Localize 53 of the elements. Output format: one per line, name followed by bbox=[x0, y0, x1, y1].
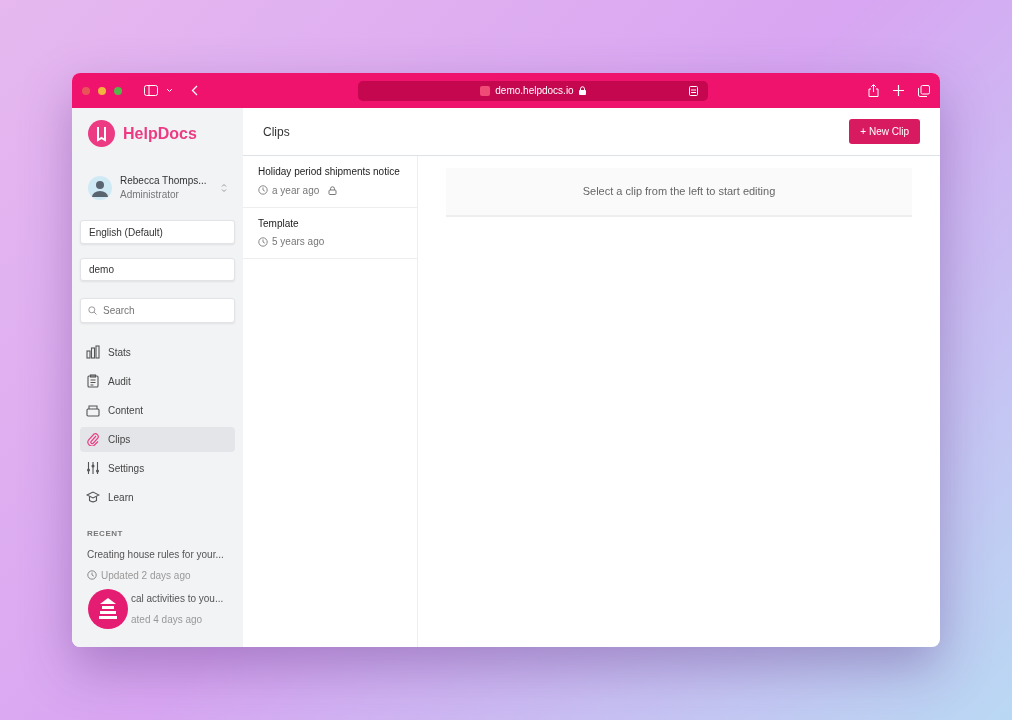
clip-list-item[interactable]: Holiday period shipments notice a year ago bbox=[243, 156, 417, 208]
user-name: Rebecca Thomps... bbox=[120, 174, 208, 188]
plus-icon[interactable] bbox=[893, 85, 904, 96]
minimize-window-dot[interactable] bbox=[98, 86, 106, 95]
chat-widget-button[interactable] bbox=[88, 589, 128, 629]
nav-item[interactable]: Learn bbox=[80, 485, 235, 510]
nav-item[interactable]: Content bbox=[80, 398, 235, 423]
recent-article-link[interactable]: Creating house rules for your... bbox=[87, 547, 228, 562]
url-text: demo.helpdocs.io bbox=[495, 84, 574, 98]
tabs-icon[interactable] bbox=[918, 84, 930, 97]
logo-icon bbox=[88, 120, 115, 147]
clock-icon bbox=[87, 570, 97, 581]
clip-list-item[interactable]: Template 5 years ago bbox=[243, 207, 417, 259]
brand-name: HelpDocs bbox=[123, 123, 197, 144]
avatar-icon bbox=[88, 175, 112, 200]
empty-state-message: Select a clip from the left to start editing bbox=[446, 168, 912, 217]
nav-item[interactable]: Clips bbox=[80, 427, 235, 452]
paperclip-icon bbox=[86, 432, 100, 447]
pagoda-icon bbox=[96, 597, 120, 621]
recent-article-link[interactable]: cal activities to you... bbox=[131, 591, 228, 606]
back-icon[interactable] bbox=[191, 85, 198, 96]
share-icon[interactable] bbox=[868, 84, 879, 97]
search-field[interactable]: Search bbox=[80, 298, 235, 323]
updated-time: Updated 2 days ago bbox=[101, 569, 191, 583]
zoom-window-dot[interactable] bbox=[114, 86, 122, 95]
favicon-icon bbox=[480, 85, 491, 96]
graduation-cap-icon bbox=[86, 490, 100, 505]
language-select[interactable]: English (Default) bbox=[80, 220, 235, 244]
bar-chart-icon bbox=[86, 345, 100, 360]
clock-icon bbox=[258, 236, 268, 247]
new-clip-button[interactable]: + New Clip bbox=[849, 119, 920, 144]
user-role: Administrator bbox=[120, 187, 180, 202]
lock-icon bbox=[578, 86, 586, 95]
clip-title: Template bbox=[258, 216, 300, 230]
site-select[interactable]: demo bbox=[80, 257, 235, 281]
chevron-down-icon[interactable] bbox=[166, 88, 173, 93]
sidebar-icon[interactable] bbox=[144, 85, 158, 96]
page-title: Clips bbox=[263, 123, 290, 141]
sliders-icon bbox=[86, 461, 100, 476]
recent-heading: RECENT bbox=[87, 528, 124, 540]
clipboard-icon bbox=[86, 374, 100, 389]
clip-time: 5 years ago bbox=[272, 235, 325, 249]
updated-time: ated 4 days ago bbox=[131, 613, 203, 627]
clock-icon bbox=[258, 185, 268, 195]
clip-title: Holiday period shipments notice bbox=[258, 165, 401, 179]
address-bar[interactable]: demo.helpdocs.io bbox=[358, 80, 708, 101]
reader-icon[interactable] bbox=[689, 85, 698, 96]
close-window-dot[interactable] bbox=[82, 86, 90, 95]
nav-item[interactable]: Stats bbox=[80, 340, 235, 365]
tray-icon bbox=[86, 403, 100, 418]
clip-time: a year ago bbox=[272, 183, 320, 198]
nav-item[interactable]: Settings bbox=[80, 456, 235, 481]
nav-item[interactable]: Audit bbox=[80, 369, 235, 394]
